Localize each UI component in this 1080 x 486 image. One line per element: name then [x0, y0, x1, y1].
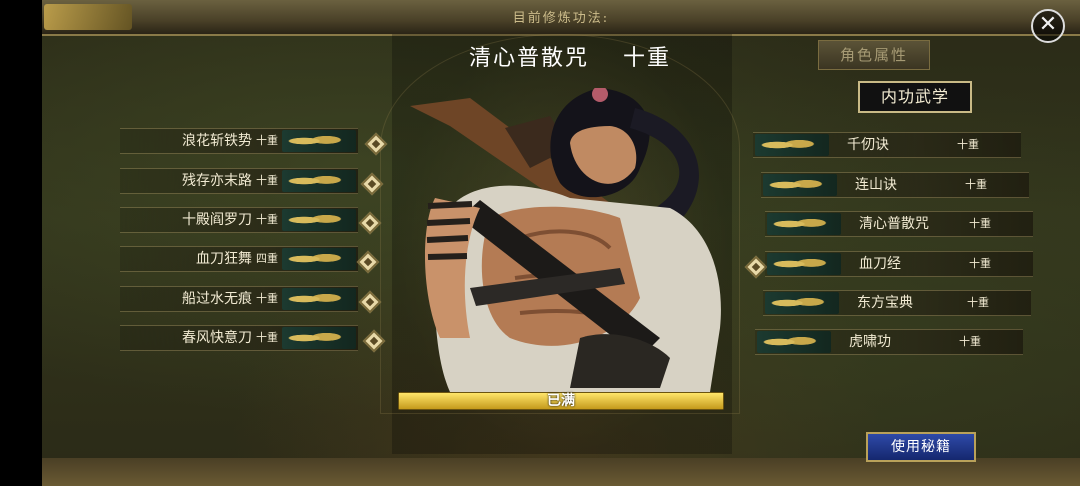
skill-row[interactable]: 虎啸功 十重: [755, 329, 1023, 355]
skill-level: 十重: [969, 257, 991, 270]
cloud-ornament-icon: [757, 331, 831, 353]
skill-name: 东方宝典: [857, 295, 913, 311]
skill-row[interactable]: 血刀经 十重: [765, 251, 1033, 277]
close-button[interactable]: ✕: [1031, 9, 1065, 43]
skill-level: 十重: [256, 174, 278, 187]
skill-row[interactable]: 浪花斩铁势 十重: [120, 128, 358, 154]
top-bar: 目前修炼功法:: [42, 0, 1080, 36]
skill-row[interactable]: 血刀狂舞 四重: [120, 246, 358, 272]
skill-name: 千仞诀: [847, 137, 889, 153]
skill-name: 连山诀: [855, 177, 897, 193]
cloud-ornament-icon: [282, 170, 356, 192]
skill-level: 十重: [969, 217, 991, 230]
inner-martial-arts-tab[interactable]: 内功武学: [858, 81, 972, 113]
skill-level: 四重: [256, 252, 278, 265]
skill-name: 虎啸功: [849, 334, 891, 350]
skill-level: 十重: [965, 178, 987, 191]
skill-name: 血刀狂舞: [196, 251, 252, 267]
skill-level: 十重: [957, 138, 979, 151]
use-manual-button[interactable]: 使用秘籍: [866, 432, 976, 462]
cloud-ornament-icon: [282, 248, 356, 270]
progress-label: 已满: [547, 393, 575, 409]
skill-name: 春风快意刀: [182, 330, 252, 346]
hero-portrait: [410, 88, 721, 392]
bottom-frame: [42, 458, 1080, 486]
cloud-ornament-icon: [767, 253, 841, 275]
cultivation-progress-bar: 已满: [398, 392, 724, 410]
skill-level: 十重: [256, 134, 278, 147]
cloud-ornament-icon: [282, 288, 356, 310]
role-attributes-button[interactable]: 角色属性: [818, 40, 930, 70]
skill-row[interactable]: 东方宝典 十重: [763, 290, 1031, 316]
cloud-ornament-icon: [282, 130, 356, 152]
cloud-ornament-icon: [765, 292, 839, 314]
cloud-ornament-icon: [763, 174, 837, 196]
skill-level: 十重: [256, 292, 278, 305]
skill-row[interactable]: 千仞诀 十重: [753, 132, 1021, 158]
skill-row[interactable]: 春风快意刀 十重: [120, 325, 358, 351]
skill-name: 浪花斩铁势: [182, 133, 252, 149]
skill-level: 十重: [967, 296, 989, 309]
cloud-ornament-icon: [282, 327, 356, 349]
skill-name: 血刀经: [859, 256, 901, 272]
skill-name: 十殿阎罗刀: [182, 212, 252, 228]
skill-row[interactable]: 残存亦末路 十重: [120, 168, 358, 194]
current-training-label: 目前修炼功法:: [512, 11, 610, 26]
current-skill-level: 十重: [623, 46, 672, 71]
cloud-ornament-icon: [282, 209, 356, 231]
cloud-ornament-icon: [767, 213, 841, 235]
skill-name: 船过水无痕: [182, 291, 252, 307]
skill-level: 十重: [256, 331, 278, 344]
skill-row[interactable]: 清心普散咒 十重: [765, 211, 1033, 237]
skill-row[interactable]: 十殿阎罗刀 十重: [120, 207, 358, 233]
skill-level: 十重: [256, 213, 278, 226]
cloud-ornament-icon: [44, 4, 132, 30]
cloud-ornament-icon: [755, 134, 829, 156]
skill-level: 十重: [959, 335, 981, 348]
skill-name: 清心普散咒: [859, 216, 929, 232]
skill-name: 残存亦末路: [182, 173, 252, 189]
skill-row[interactable]: 船过水无痕 十重: [120, 286, 358, 312]
current-skill-name: 清心普散咒: [468, 46, 589, 71]
current-skill-title: 清心普散咒 十重: [430, 40, 710, 72]
skill-row[interactable]: 连山诀 十重: [761, 172, 1029, 198]
